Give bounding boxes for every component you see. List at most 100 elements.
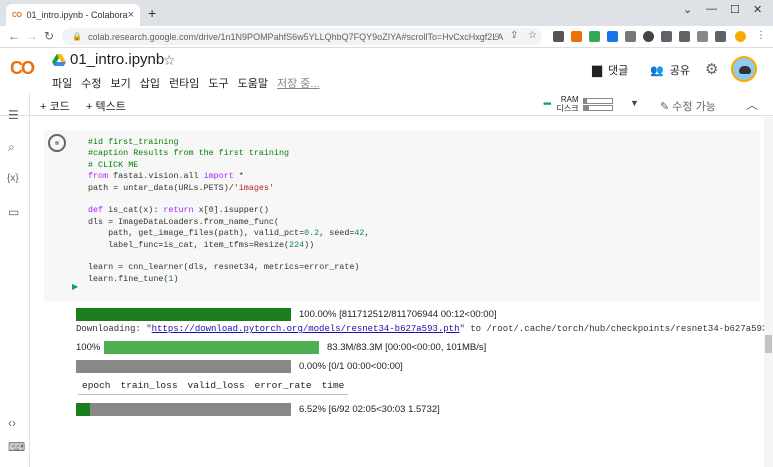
puzzle-icon[interactable] <box>679 31 690 42</box>
extension-icon[interactable] <box>607 31 618 42</box>
scrollbar-thumb[interactable] <box>765 335 772 353</box>
people-icon: 👥 <box>650 64 664 77</box>
reload-icon[interactable]: ↻ <box>44 29 54 43</box>
share-page-icon[interactable]: ⇪ <box>510 30 518 41</box>
run-cell-button[interactable] <box>48 134 66 152</box>
gear-icon[interactable]: ⚙ <box>705 60 718 78</box>
close-window-icon[interactable]: ✕ <box>753 3 762 16</box>
colab-logo[interactable]: CO <box>10 58 35 79</box>
chevron-down-icon[interactable]: ⌄ <box>683 3 692 16</box>
menu-help[interactable]: 도움말 <box>238 75 268 91</box>
maximize-icon[interactable]: ☐ <box>730 3 740 16</box>
minimize-icon[interactable]: — <box>706 3 717 15</box>
code-line: #id first_training <box>88 137 179 147</box>
reading-list-icon[interactable] <box>697 31 708 42</box>
column-header: epoch <box>82 380 111 391</box>
code-line: learn.fine_tune(1) <box>88 273 179 284</box>
pencil-icon: ✎ <box>660 101 673 113</box>
left-sidebar: ☰ ⌕ {x} ▭ ‹› ⌨ <box>0 94 30 467</box>
menu-tools[interactable]: 도구 <box>208 75 228 91</box>
metrics-table-header: epoch train_loss valid_loss error_rate t… <box>78 380 349 395</box>
column-header: error_rate <box>254 380 312 391</box>
google-drive-icon <box>52 54 66 66</box>
notebook-scrollbar[interactable] <box>764 117 773 467</box>
ram-meter <box>582 97 613 104</box>
download-prefix: Downloading: " <box>76 324 152 334</box>
notebook-name[interactable]: 01_intro.ipynb <box>70 51 164 68</box>
download-link[interactable]: https://download.pytorch.org/models/resn… <box>152 324 460 334</box>
download-suffix: " to /root/.cache/torch/hub/checkpoints/… <box>459 324 773 334</box>
code-cell[interactable]: #id first_training #caption Results from … <box>44 130 760 302</box>
browser-tab-strip: CO 01_intro.ipynb - Colaboratory × + ⌄ —… <box>0 0 773 26</box>
search-icon[interactable]: ⌕ <box>8 140 15 155</box>
sidepanel-icon[interactable] <box>715 31 726 42</box>
new-tab-icon[interactable]: + <box>148 5 156 21</box>
column-header: train_loss <box>120 380 178 391</box>
code-line: learn = cnn_learner(dls, resnet34, metri… <box>88 262 360 273</box>
resource-monitor[interactable]: ••• RAM 디스크 <box>543 95 613 113</box>
terminal-icon[interactable]: ⌨ <box>8 440 25 454</box>
variables-icon[interactable]: {x} <box>7 173 19 184</box>
share-button[interactable]: 👥 공유 <box>650 62 690 78</box>
extension-icon[interactable] <box>643 31 654 42</box>
add-text-button[interactable]: + 텍스트 <box>86 98 126 114</box>
add-code-button[interactable]: + 코드 <box>40 98 70 114</box>
toc-icon[interactable]: ☰ <box>8 108 19 122</box>
current-line-arrow-icon: ▶ <box>72 282 79 291</box>
comment-button[interactable]: ▆ 댓글 <box>592 62 628 78</box>
back-icon[interactable]: ← <box>8 29 20 43</box>
progress-bar <box>76 403 291 416</box>
progress-text: 100.00% [811712512/811706944 00:12<00:00… <box>299 309 497 320</box>
progress-bar <box>104 341 319 354</box>
saving-status[interactable]: 저장 중... <box>277 75 320 91</box>
progress-row-4: 6.52% [6/92 02:05<30:03 1.5732] <box>76 403 440 416</box>
progress-row-1: 100.00% [811712512/811706944 00:12<00:00… <box>76 308 497 321</box>
progress-bar <box>76 308 291 321</box>
progress-text: 6.52% [6/92 02:05<30:03 1.5732] <box>299 404 440 415</box>
avatar[interactable] <box>731 56 757 82</box>
edit-mode-button[interactable]: ✎ 수정 가능 <box>660 98 716 114</box>
star-icon[interactable]: ☆ <box>163 52 176 69</box>
url-text: colab.research.google.com/drive/1n1N9POM… <box>87 31 504 42</box>
code-line: dls = ImageDataLoaders.from_name_func( <box>88 216 279 227</box>
extension-icon[interactable] <box>553 31 564 42</box>
zoom-icon[interactable]: ⌕ <box>494 30 500 41</box>
collapse-header-icon[interactable]: ︿ <box>746 96 758 113</box>
progress-text: 83.3M/83.3M [00:00<00:00, 101MB/s] <box>327 342 487 353</box>
tab-title: 01_intro.ipynb - Colaboratory <box>26 10 128 20</box>
menu-view[interactable]: 보기 <box>111 75 131 91</box>
code-line: label_func=is_cat, item_tfms=Resize(224)… <box>88 239 315 250</box>
folder-icon[interactable]: ▭ <box>8 205 19 219</box>
code-snippets-icon[interactable]: ‹› <box>8 416 16 430</box>
profile-avatar-icon[interactable] <box>735 31 746 42</box>
menu-insert[interactable]: 삽입 <box>140 75 160 91</box>
comment-icon: ▆ <box>592 62 602 77</box>
progress-row-2: 100% 83.3M/83.3M [00:00<00:00, 101MB/s] <box>76 341 486 354</box>
code-line: from fastai.vision.all import * <box>88 171 244 182</box>
address-bar[interactable]: 🔒 colab.research.google.com/drive/1n1N9P… <box>62 28 542 45</box>
extension-icon[interactable] <box>661 31 672 42</box>
kebab-menu-icon[interactable]: ⋮ <box>756 30 766 41</box>
progress-bar <box>76 360 291 373</box>
notebook-toolbar: + 코드 + 텍스트 ••• RAM 디스크 ▼ ✎ 수정 가능 ︿ <box>0 94 773 116</box>
extension-icon[interactable] <box>625 31 636 42</box>
code-line: #caption Results from the first training <box>88 148 290 159</box>
menu-file[interactable]: 파일 <box>52 75 72 91</box>
colab-favicon-icon: CO <box>12 11 22 19</box>
code-editor[interactable]: #id first_training #caption Results from … <box>88 137 369 285</box>
column-header: time <box>321 380 345 391</box>
close-tab-icon[interactable]: × <box>128 9 134 21</box>
browser-toolbar: ← → ↻ 🔒 colab.research.google.com/drive/… <box>0 26 773 48</box>
browser-tab[interactable]: CO 01_intro.ipynb - Colaboratory × <box>6 4 140 26</box>
extension-icon[interactable] <box>571 31 582 42</box>
extension-icon[interactable] <box>589 31 600 42</box>
runtime-dropdown-icon[interactable]: ▼ <box>630 98 639 108</box>
code-line: # CLICK ME <box>88 159 139 170</box>
forward-icon[interactable]: → <box>26 29 38 43</box>
connected-status-icon: ••• <box>543 98 551 110</box>
bookmark-star-icon[interactable]: ☆ <box>528 30 537 41</box>
menu-edit[interactable]: 수정 <box>81 75 101 91</box>
menu-runtime[interactable]: 런타임 <box>169 75 199 91</box>
disk-meter <box>582 104 613 111</box>
